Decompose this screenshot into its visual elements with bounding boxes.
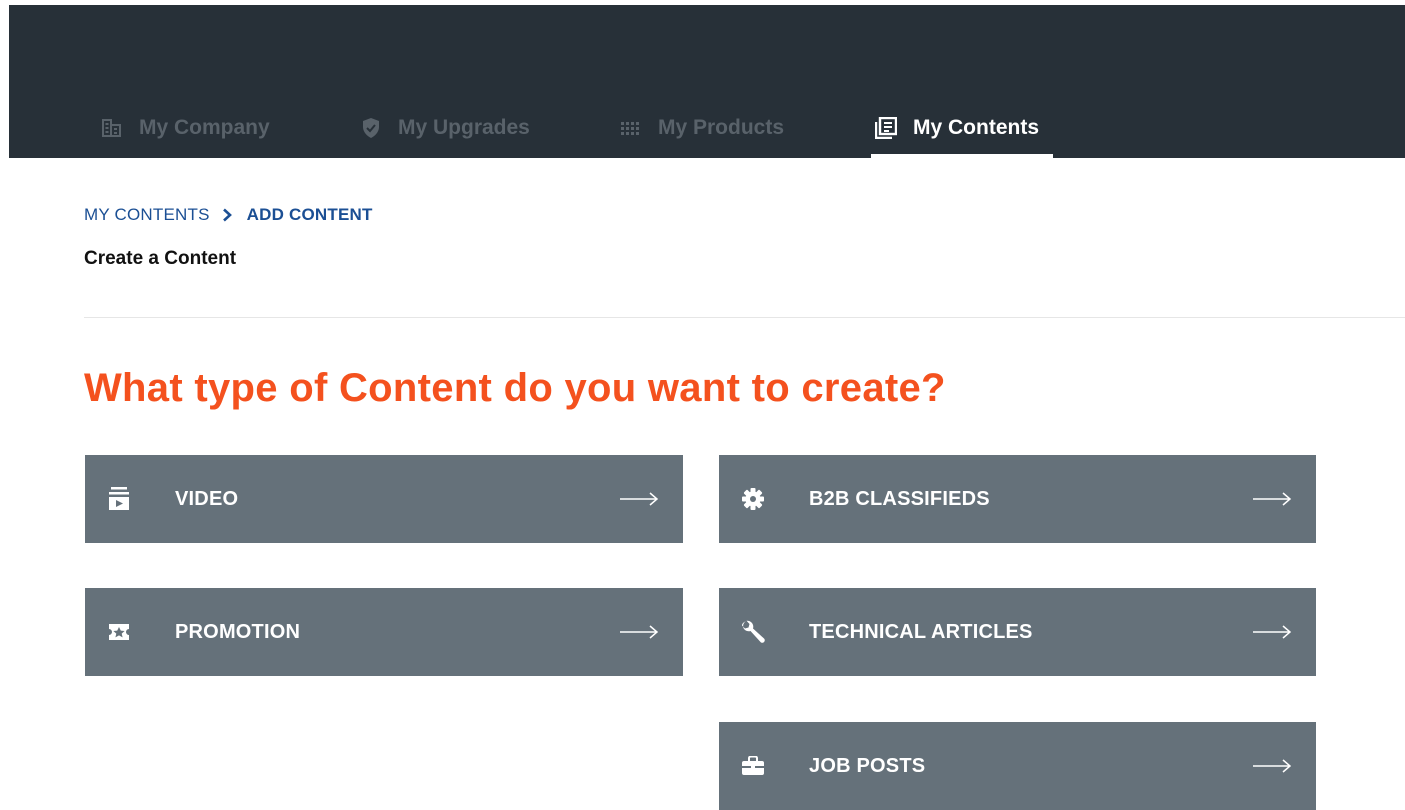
building-icon [101,117,123,139]
option-job-posts-button[interactable]: JOB POSTS [719,722,1316,810]
tab-my-products-label: My Products [658,115,785,139]
tab-my-upgrades[interactable]: My Upgrades [360,97,530,158]
arrow-right-icon [1252,588,1292,676]
tab-my-contents-label: My Contents [913,115,1039,139]
page-heading: What type of Content do you want to crea… [84,366,946,410]
arrow-right-icon [1252,722,1292,810]
option-b2b-classifieds-label: B2B CLASSIFIEDS [809,487,990,510]
page-subtitle: Create a Content [84,248,237,269]
divider [84,317,1405,318]
breadcrumb: MY CONTENTS ADD CONTENT [84,205,373,225]
option-promotion-label: PROMOTION [175,620,301,643]
grid-icon [620,117,642,139]
option-technical-articles-button[interactable]: TECHNICAL ARTICLES [719,588,1316,676]
chevron-right-icon [222,208,233,222]
breadcrumb-current: ADD CONTENT [246,205,373,224]
briefcase-icon [741,722,765,810]
content-icon [875,116,897,139]
option-b2b-classifieds-button[interactable]: B2B CLASSIFIEDS [719,455,1316,543]
option-video-button[interactable]: VIDEO [85,455,683,543]
shield-check-icon [360,117,382,139]
tab-my-products[interactable]: My Products [620,97,784,158]
option-video-label: VIDEO [175,487,239,510]
gear-icon [741,455,765,543]
wrench-icon [741,588,765,676]
option-technical-articles-label: TECHNICAL ARTICLES [809,620,1033,643]
tab-my-contents[interactable]: My Contents [871,97,1053,159]
breadcrumb-parent-link[interactable]: MY CONTENTS [84,205,210,225]
top-navigation-bar: My Company My Upgrades My Products My Co… [9,5,1405,159]
tab-my-company[interactable]: My Company [101,97,270,158]
video-icon [107,455,131,543]
tab-my-company-label: My Company [139,115,270,139]
tab-my-upgrades-label: My Upgrades [398,115,530,139]
option-job-posts-label: JOB POSTS [809,754,926,777]
arrow-right-icon [619,455,659,543]
arrow-right-icon [619,588,659,676]
arrow-right-icon [1252,455,1292,543]
promotion-icon [107,588,131,676]
option-promotion-button[interactable]: PROMOTION [85,588,683,676]
